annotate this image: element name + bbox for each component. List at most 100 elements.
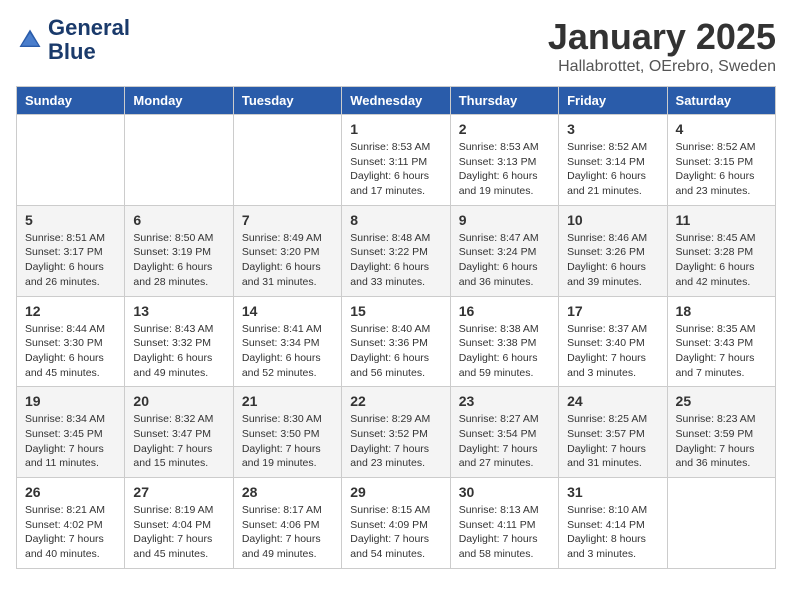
calendar-cell: 9 Sunrise: 8:47 AM Sunset: 3:24 PM Daylig… [450,205,558,296]
day-number: 4 [676,121,767,137]
day-number: 11 [676,212,767,228]
day-info: Sunrise: 8:34 AM Sunset: 3:45 PM Dayligh… [25,412,116,471]
day-info: Sunrise: 8:19 AM Sunset: 4:04 PM Dayligh… [133,503,224,562]
day-number: 7 [242,212,333,228]
day-of-week-header: Friday [559,87,667,115]
day-of-week-header: Thursday [450,87,558,115]
day-info: Sunrise: 8:17 AM Sunset: 4:06 PM Dayligh… [242,503,333,562]
calendar-body: 1Sunrise: 8:53 AM Sunset: 3:11 PM Daylig… [17,115,776,569]
calendar-cell: 18 Sunrise: 8:35 AM Sunset: 3:43 PM Dayli… [667,296,775,387]
day-number: 30 [459,484,550,500]
calendar-week-row: 1Sunrise: 8:53 AM Sunset: 3:11 PM Daylig… [17,115,776,206]
calendar-cell [667,478,775,569]
day-number: 16 [459,303,550,319]
calendar-cell: 28 Sunrise: 8:17 AM Sunset: 4:06 PM Dayli… [233,478,341,569]
calendar-cell: 20 Sunrise: 8:32 AM Sunset: 3:47 PM Dayli… [125,387,233,478]
calendar-cell: 5 Sunrise: 8:51 AM Sunset: 3:17 PM Daylig… [17,205,125,296]
month-title: January 2025 [548,16,776,58]
day-number: 19 [25,393,116,409]
day-number: 28 [242,484,333,500]
calendar-cell: 1Sunrise: 8:53 AM Sunset: 3:11 PM Daylig… [342,115,450,206]
day-number: 12 [25,303,116,319]
day-of-week-header: Saturday [667,87,775,115]
day-number: 9 [459,212,550,228]
calendar-cell: 11Sunrise: 8:45 AM Sunset: 3:28 PM Dayli… [667,205,775,296]
title-area: January 2025 Hallabrottet, OErebro, Swed… [548,16,776,76]
calendar-cell: 31 Sunrise: 8:10 AM Sunset: 4:14 PM Dayli… [559,478,667,569]
calendar-cell: 24Sunrise: 8:25 AM Sunset: 3:57 PM Dayli… [559,387,667,478]
day-number: 27 [133,484,224,500]
calendar-cell: 6 Sunrise: 8:50 AM Sunset: 3:19 PM Daylig… [125,205,233,296]
calendar-cell: 10 Sunrise: 8:46 AM Sunset: 3:26 PM Dayli… [559,205,667,296]
calendar-cell [125,115,233,206]
day-info: Sunrise: 8:30 AM Sunset: 3:50 PM Dayligh… [242,412,333,471]
calendar-cell: 8Sunrise: 8:48 AM Sunset: 3:22 PM Daylig… [342,205,450,296]
day-info: Sunrise: 8:49 AM Sunset: 3:20 PM Dayligh… [242,231,333,290]
calendar-cell: 3 Sunrise: 8:52 AM Sunset: 3:14 PM Daylig… [559,115,667,206]
day-number: 21 [242,393,333,409]
day-info: Sunrise: 8:52 AM Sunset: 3:15 PM Dayligh… [676,140,767,199]
calendar-cell: 22 Sunrise: 8:29 AM Sunset: 3:52 PM Dayli… [342,387,450,478]
day-info: Sunrise: 8:15 AM Sunset: 4:09 PM Dayligh… [350,503,441,562]
day-info: Sunrise: 8:29 AM Sunset: 3:52 PM Dayligh… [350,412,441,471]
day-number: 8 [350,212,441,228]
calendar-cell: 16Sunrise: 8:38 AM Sunset: 3:38 PM Dayli… [450,296,558,387]
day-number: 20 [133,393,224,409]
day-info: Sunrise: 8:50 AM Sunset: 3:19 PM Dayligh… [133,231,224,290]
calendar-cell: 29 Sunrise: 8:15 AM Sunset: 4:09 PM Dayli… [342,478,450,569]
day-of-week-header: Wednesday [342,87,450,115]
logo: General Blue [16,16,130,64]
day-number: 3 [567,121,658,137]
day-number: 26 [25,484,116,500]
day-number: 17 [567,303,658,319]
calendar: SundayMondayTuesdayWednesdayThursdayFrid… [16,86,776,569]
day-info: Sunrise: 8:51 AM Sunset: 3:17 PM Dayligh… [25,231,116,290]
day-number: 15 [350,303,441,319]
day-number: 29 [350,484,441,500]
day-number: 22 [350,393,441,409]
day-number: 31 [567,484,658,500]
day-of-week-header: Tuesday [233,87,341,115]
day-info: Sunrise: 8:35 AM Sunset: 3:43 PM Dayligh… [676,322,767,381]
day-of-week-header: Sunday [17,87,125,115]
day-number: 13 [133,303,224,319]
calendar-cell: 30Sunrise: 8:13 AM Sunset: 4:11 PM Dayli… [450,478,558,569]
day-info: Sunrise: 8:23 AM Sunset: 3:59 PM Dayligh… [676,412,767,471]
day-info: Sunrise: 8:10 AM Sunset: 4:14 PM Dayligh… [567,503,658,562]
calendar-week-row: 19 Sunrise: 8:34 AM Sunset: 3:45 PM Dayli… [17,387,776,478]
calendar-cell: 4 Sunrise: 8:52 AM Sunset: 3:15 PM Daylig… [667,115,775,206]
calendar-week-row: 5 Sunrise: 8:51 AM Sunset: 3:17 PM Daylig… [17,205,776,296]
day-info: Sunrise: 8:52 AM Sunset: 3:14 PM Dayligh… [567,140,658,199]
calendar-cell: 7 Sunrise: 8:49 AM Sunset: 3:20 PM Daylig… [233,205,341,296]
calendar-cell: 15 Sunrise: 8:40 AM Sunset: 3:36 PM Dayli… [342,296,450,387]
day-number: 5 [25,212,116,228]
day-number: 6 [133,212,224,228]
day-number: 14 [242,303,333,319]
calendar-week-row: 12 Sunrise: 8:44 AM Sunset: 3:30 PM Dayli… [17,296,776,387]
day-info: Sunrise: 8:32 AM Sunset: 3:47 PM Dayligh… [133,412,224,471]
logo-text: General Blue [48,16,130,64]
day-info: Sunrise: 8:40 AM Sunset: 3:36 PM Dayligh… [350,322,441,381]
day-number: 25 [676,393,767,409]
calendar-cell: 23Sunrise: 8:27 AM Sunset: 3:54 PM Dayli… [450,387,558,478]
day-info: Sunrise: 8:41 AM Sunset: 3:34 PM Dayligh… [242,322,333,381]
calendar-cell: 26 Sunrise: 8:21 AM Sunset: 4:02 PM Dayli… [17,478,125,569]
day-number: 10 [567,212,658,228]
calendar-cell: 27 Sunrise: 8:19 AM Sunset: 4:04 PM Dayli… [125,478,233,569]
location: Hallabrottet, OErebro, Sweden [548,58,776,76]
day-info: Sunrise: 8:43 AM Sunset: 3:32 PM Dayligh… [133,322,224,381]
day-info: Sunrise: 8:27 AM Sunset: 3:54 PM Dayligh… [459,412,550,471]
day-of-week-header: Monday [125,87,233,115]
calendar-week-row: 26 Sunrise: 8:21 AM Sunset: 4:02 PM Dayli… [17,478,776,569]
calendar-header-row: SundayMondayTuesdayWednesdayThursdayFrid… [17,87,776,115]
logo-icon [16,26,44,54]
calendar-cell: 14 Sunrise: 8:41 AM Sunset: 3:34 PM Dayli… [233,296,341,387]
calendar-cell: 13 Sunrise: 8:43 AM Sunset: 3:32 PM Dayli… [125,296,233,387]
day-info: Sunrise: 8:21 AM Sunset: 4:02 PM Dayligh… [25,503,116,562]
day-info: Sunrise: 8:53 AM Sunset: 3:11 PM Dayligh… [350,140,441,199]
calendar-cell [17,115,125,206]
day-info: Sunrise: 8:46 AM Sunset: 3:26 PM Dayligh… [567,231,658,290]
day-number: 18 [676,303,767,319]
day-info: Sunrise: 8:47 AM Sunset: 3:24 PM Dayligh… [459,231,550,290]
day-info: Sunrise: 8:44 AM Sunset: 3:30 PM Dayligh… [25,322,116,381]
